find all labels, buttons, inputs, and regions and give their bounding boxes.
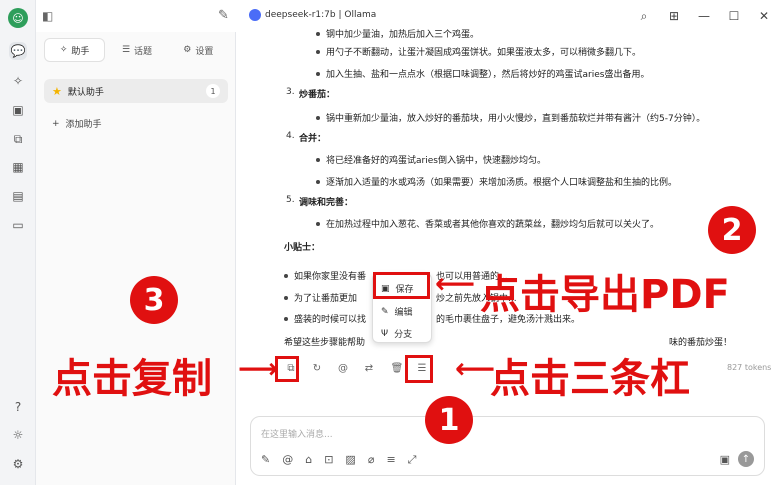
bullet <box>284 296 288 300</box>
message-line: 锅中重新加少量油，放入炒好的番茄块，用小火慢炒，直到番茄软烂并带有酱汁（约5-7… <box>326 114 706 124</box>
left-rail: ☺ 💬 ✧ ▣ ⧉ ▦ ▤ ▭ ? ☼ ⚙ <box>0 0 36 485</box>
translate-icon[interactable]: ⇄ <box>362 361 376 375</box>
tips-heading: 小贴士： <box>284 243 321 253</box>
tip-line: 如果你家里没有番 <box>294 272 367 282</box>
expand-icon[interactable]: ⤢ <box>408 453 417 467</box>
folder-icon[interactable]: ▭ <box>9 216 27 234</box>
add-assistant-button[interactable]: + 添加助手 <box>52 117 102 131</box>
message-input[interactable]: 在这里输入消息... <box>261 427 333 440</box>
sparkle-icon[interactable]: ✧ <box>9 72 27 90</box>
image-icon[interactable]: ▣ <box>9 101 27 119</box>
message-line: 在加热过程中加入葱花、香菜或者其他你喜欢的蔬菜丝，翻炒均匀后就可以关火了。 <box>326 220 660 230</box>
list-icon: ☰ <box>121 45 131 55</box>
step-number: 4. <box>286 131 295 141</box>
bullet <box>316 32 320 36</box>
bullet <box>316 180 320 184</box>
layout-icon[interactable]: ⊞ <box>659 9 689 23</box>
export-pdf-label: 点击导出PDF <box>480 272 730 318</box>
topic-count-badge: 1 <box>206 84 220 98</box>
menu-highlight-box <box>405 355 433 383</box>
knowledge-icon[interactable]: ⌂ <box>305 453 312 467</box>
arrow-left-icon: ⟵ <box>435 267 476 300</box>
bullet <box>316 50 320 54</box>
delete-icon[interactable]: 🗑 <box>390 361 404 375</box>
deepseek-logo-icon <box>249 9 261 21</box>
menu-item-branch[interactable]: Ψ 分支 <box>381 327 412 341</box>
message-input-box[interactable]: 在这里输入消息... ✎ @ ⌂ ⊡ ▨ ⌀ ≡ ⤢ ▣ ↑ <box>250 416 765 476</box>
sparkle-icon: ✧ <box>59 45 68 55</box>
web-search-icon[interactable]: ⊡ <box>324 453 333 467</box>
translate-icon[interactable]: ⧉ <box>9 130 27 148</box>
message-line: 用勺子不断翻动，让蛋汁凝固成鸡蛋饼状。如果蛋液太多，可以稍微多翻几下。 <box>326 48 642 58</box>
bullet <box>316 72 320 76</box>
close-button[interactable]: ✕ <box>749 9 779 23</box>
user-avatar[interactable]: ☺ <box>8 8 28 28</box>
token-count: 827 tokens <box>727 363 772 372</box>
assistant-panel: ✧ 助手 ☰ 话题 ⚙ 设置 ★ 默认助手 1 + 添加助手 <box>36 32 236 485</box>
apps-icon[interactable]: ▦ <box>9 158 27 176</box>
arrow-right-icon: ⟶ <box>238 352 279 385</box>
step-title: 炒番茄： <box>299 90 336 100</box>
menu-label: 点击三条杠 <box>490 356 690 402</box>
edit-icon[interactable]: ✎ <box>261 453 270 467</box>
bullet <box>284 274 288 278</box>
tip-line: 为了让番茄更加 <box>294 294 358 304</box>
clear-icon[interactable]: ≡ <box>386 453 395 467</box>
sidebar-toggle-icon[interactable]: ◧ <box>42 9 53 23</box>
copy-highlight-box <box>275 356 299 382</box>
copy-label: 点击复制 <box>52 356 212 402</box>
mention-icon[interactable]: @ <box>336 361 350 375</box>
menu-item-edit[interactable]: ✎ 编辑 <box>381 305 413 319</box>
settings-icon[interactable]: ⚙ <box>9 455 27 473</box>
assistant-item-default[interactable]: ★ 默认助手 1 <box>44 79 228 103</box>
tab-assistant[interactable]: ✧ 助手 <box>44 38 106 62</box>
image-gen-icon[interactable]: ▨ <box>345 453 355 467</box>
message-line: 逐渐加入适量的水或鸡汤（如果需要）来增加汤质。根据个人口味调整盐和生抽的比例。 <box>326 178 678 188</box>
chat-icon[interactable]: 💬 <box>9 42 27 60</box>
closing-line: 希望这些步骤能帮助 <box>284 338 366 348</box>
step-number: 5. <box>286 195 295 205</box>
maximize-button[interactable]: ☐ <box>719 9 749 23</box>
search-icon[interactable]: ⌕ <box>629 9 659 24</box>
gear-icon: ⚙ <box>183 45 192 55</box>
help-icon[interactable]: ? <box>9 398 27 416</box>
tip-line: 盛装的时候可以找 <box>294 315 367 325</box>
regenerate-icon[interactable]: ↻ <box>310 361 324 375</box>
step-number: 3. <box>286 87 295 97</box>
mention-icon[interactable]: @ <box>282 453 293 467</box>
tab-topics[interactable]: ☰ 话题 <box>107 38 166 62</box>
theme-icon[interactable]: ☼ <box>9 426 27 444</box>
panel-tabs: ✧ 助手 ☰ 话题 ⚙ 设置 <box>44 38 228 62</box>
bullet <box>284 317 288 321</box>
new-chat-icon[interactable]: ✎ <box>218 8 229 23</box>
save-highlight-box <box>373 272 430 299</box>
input-toolbar: ✎ @ ⌂ ⊡ ▨ ⌀ ≡ ⤢ <box>261 453 416 467</box>
files-icon[interactable]: ▤ <box>9 187 27 205</box>
step-2-badge: 2 <box>708 206 756 254</box>
message-line: 钢中加少量油，加热后加入三个鸡蛋。 <box>326 30 480 40</box>
send-button[interactable]: ↑ <box>738 451 754 467</box>
plus-icon: + <box>52 118 60 129</box>
message-line: 将已经准备好的鸡蛋试aries倒入锅中，快速翻炒均匀。 <box>326 156 546 166</box>
pencil-icon: ✎ <box>381 306 389 317</box>
bullet <box>316 222 320 226</box>
bullet <box>316 116 320 120</box>
window-controls: ⌕ ⊞ — ☐ ✕ <box>629 0 779 32</box>
attach-icon[interactable]: ⌀ <box>368 453 375 467</box>
message-line: 加入生抽、盐和一点点水（根据口味调整），然后将炒好的鸡蛋试aries盛出备用。 <box>326 70 650 80</box>
minimize-button[interactable]: — <box>689 9 719 23</box>
step-1-badge: 1 <box>425 396 473 444</box>
step-title: 合并： <box>299 134 327 144</box>
step-title: 调味和完善： <box>299 198 354 208</box>
tab-settings[interactable]: ⚙ 设置 <box>169 38 228 62</box>
branch-icon: Ψ <box>381 328 389 339</box>
step-3-badge: 3 <box>130 276 178 324</box>
bullet <box>316 158 320 162</box>
star-icon: ★ <box>52 84 62 98</box>
window-title: deepseek-r1:7b | Ollama <box>249 9 376 21</box>
image-icon[interactable]: ▣ <box>720 453 730 466</box>
